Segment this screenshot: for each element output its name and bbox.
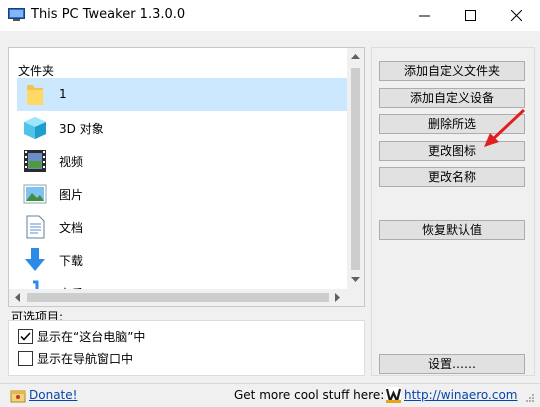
list-item[interactable]: 下载 xyxy=(17,243,347,276)
annotation-arrow-icon xyxy=(484,108,526,147)
add-custom-device-button[interactable]: 添加自定义设备 xyxy=(379,88,525,108)
list-item[interactable]: 文档 xyxy=(17,210,347,243)
list-item-label: 下载 xyxy=(59,254,84,268)
winaero-link[interactable]: http://winaero.com xyxy=(404,388,518,402)
vertical-scrollbar[interactable] xyxy=(347,48,364,289)
checkmark-icon xyxy=(20,332,31,341)
scroll-left-icon[interactable] xyxy=(15,293,21,302)
horizontal-scroll-thumb[interactable] xyxy=(27,293,329,302)
list-item-label: 视频 xyxy=(59,155,84,169)
close-button[interactable] xyxy=(494,0,540,31)
pictures-icon xyxy=(23,184,47,204)
list-item-label: 图片 xyxy=(59,188,84,202)
add-custom-folder-button[interactable]: 添加自定义文件夹 xyxy=(379,61,525,81)
horizontal-scrollbar[interactable] xyxy=(9,289,347,306)
donate-icon[interactable] xyxy=(10,389,26,403)
list-item-label: 3D 对象 xyxy=(59,122,104,136)
list-item[interactable]: 图片 xyxy=(17,177,347,210)
maximize-icon xyxy=(465,10,476,21)
downloads-icon xyxy=(25,248,45,271)
list-header: 文件夹 xyxy=(18,64,55,78)
donate-link[interactable]: Donate! xyxy=(29,388,77,402)
settings-button[interactable]: 设置…… xyxy=(379,354,525,374)
scroll-up-icon[interactable] xyxy=(351,54,360,60)
list-rows: 1 3D 对象 视频 图片 文档 下载 xyxy=(9,78,347,290)
close-icon xyxy=(511,10,522,21)
folder-list[interactable]: 文件夹 1 3D 对象 视频 图片 文档 下载 xyxy=(8,47,365,307)
title-bar[interactable]: This PC Tweaker 1.3.0.0 xyxy=(0,0,540,31)
minimize-icon xyxy=(419,15,430,17)
scroll-corner xyxy=(347,289,364,306)
options-group: 显示在“这台电脑”中 显示在导航窗口中 xyxy=(8,320,365,376)
minimize-button[interactable] xyxy=(402,0,448,31)
footer-separator xyxy=(0,383,540,384)
resize-grip-icon[interactable] xyxy=(525,393,535,403)
app-icon xyxy=(8,8,25,21)
vertical-scroll-thumb[interactable] xyxy=(351,68,360,270)
restore-defaults-button[interactable]: 恢复默认值 xyxy=(379,220,525,240)
show-in-navigation-label[interactable]: 显示在导航窗口中 xyxy=(37,350,133,367)
more-stuff-text: Get more cool stuff here: xyxy=(234,388,385,402)
scroll-down-icon[interactable] xyxy=(351,277,360,283)
list-item[interactable]: 音乐 xyxy=(17,276,347,290)
documents-icon xyxy=(26,215,45,239)
list-item[interactable]: 视频 xyxy=(17,144,347,177)
show-in-navigation-checkbox[interactable] xyxy=(18,351,33,366)
3d-objects-icon xyxy=(24,117,46,139)
maximize-button[interactable] xyxy=(448,0,494,31)
window-title: This PC Tweaker 1.3.0.0 xyxy=(31,7,186,22)
rename-button[interactable]: 更改名称 xyxy=(379,167,525,187)
list-item[interactable]: 1 xyxy=(17,78,347,111)
show-in-this-pc-checkbox[interactable] xyxy=(18,329,33,344)
list-item[interactable]: 3D 对象 xyxy=(17,111,347,144)
scroll-right-icon[interactable] xyxy=(335,293,341,302)
list-item-label: 文档 xyxy=(59,221,84,235)
video-icon xyxy=(24,150,46,172)
winaero-logo-icon xyxy=(386,387,401,403)
list-item-label: 1 xyxy=(59,87,67,101)
show-in-this-pc-label[interactable]: 显示在“这台电脑”中 xyxy=(37,328,145,345)
folder-icon xyxy=(27,85,43,105)
